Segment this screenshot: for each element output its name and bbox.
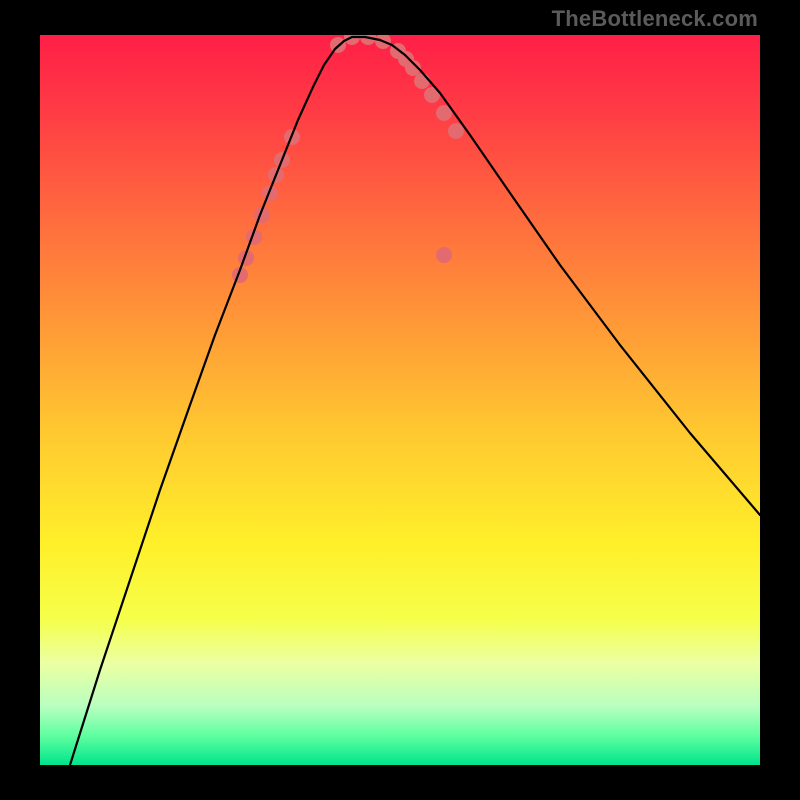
highlight-dot [414, 73, 430, 89]
plot-area [40, 35, 760, 765]
bottleneck-curve [70, 37, 760, 765]
chart-frame: TheBottleneck.com [0, 0, 800, 800]
highlight-dot [448, 123, 464, 139]
marker-group [232, 35, 464, 283]
curve-layer [40, 35, 760, 765]
watermark-text: TheBottleneck.com [552, 6, 758, 32]
highlight-dot [436, 247, 452, 263]
